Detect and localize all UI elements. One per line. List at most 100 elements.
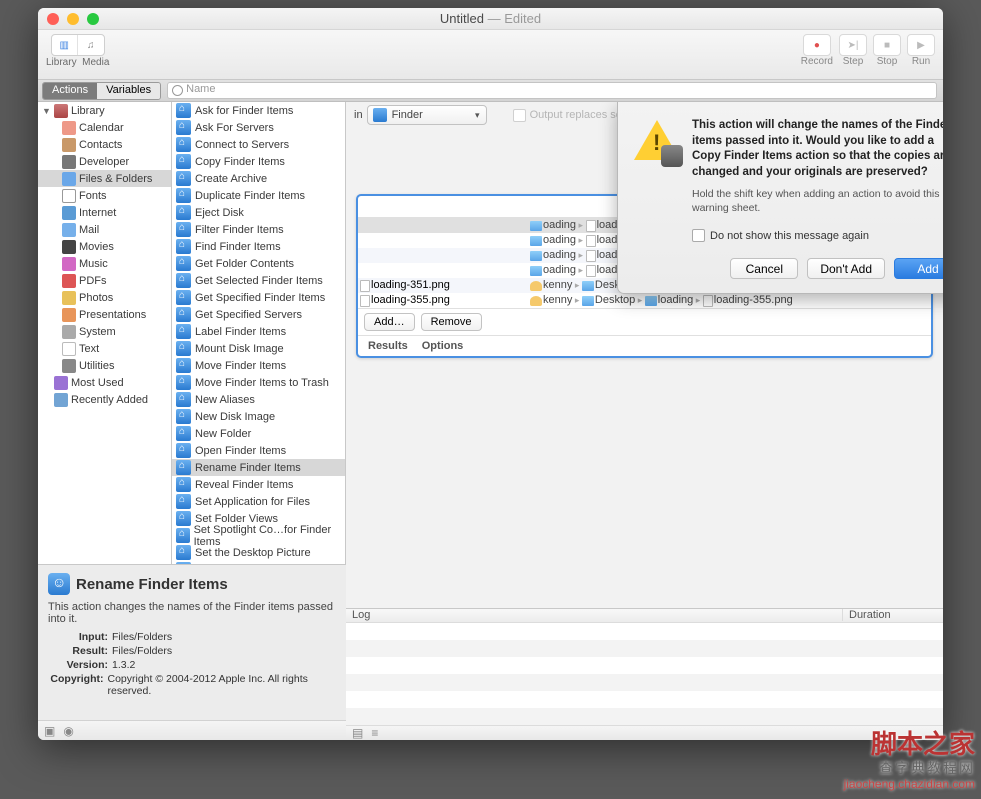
finder-icon xyxy=(176,222,191,237)
desc-footer: ▣ ◉ xyxy=(38,720,346,740)
library-tabs[interactable]: Actions Variables xyxy=(42,82,161,100)
duration-col-header: Duration xyxy=(843,609,943,621)
library-root[interactable]: ▼Library xyxy=(38,102,171,119)
category-item[interactable]: Developer xyxy=(38,153,171,170)
description-panel: Rename Finder Items This action changes … xyxy=(38,564,346,720)
most-used[interactable]: Most Used xyxy=(38,374,171,391)
action-item[interactable]: Copy Finder Items xyxy=(172,153,345,170)
category-item[interactable]: Music xyxy=(38,255,171,272)
action-item[interactable]: New Disk Image xyxy=(172,408,345,425)
app-dropdown[interactable]: Finder xyxy=(367,105,487,125)
remove-button[interactable]: Remove xyxy=(421,313,482,331)
recently-added[interactable]: Recently Added xyxy=(38,391,171,408)
sheet-message: This action will change the names of the… xyxy=(692,118,943,180)
tab-variables[interactable]: Variables xyxy=(97,83,160,99)
table-row[interactable]: loading-355.pngkennyDesktoploadingloadin… xyxy=(358,293,931,308)
quicklook-icon[interactable]: ◉ xyxy=(63,724,73,738)
warning-sheet: ! This action will change the names of t… xyxy=(617,102,943,294)
category-item[interactable]: Fonts xyxy=(38,187,171,204)
finder-icon xyxy=(176,358,191,373)
library-toggle[interactable]: ▥ xyxy=(52,35,78,55)
category-item[interactable]: Presentations xyxy=(38,306,171,323)
category-item[interactable]: Contacts xyxy=(38,136,171,153)
workflow-column: in Finder Output replaces selected text … xyxy=(346,102,943,740)
action-item[interactable]: Find Finder Items xyxy=(172,238,345,255)
finder-icon xyxy=(176,120,191,135)
media-toggle[interactable]: ♫ xyxy=(78,35,104,55)
category-item[interactable]: Mail xyxy=(38,221,171,238)
add-button[interactable]: Add… xyxy=(364,313,415,331)
window-title: Untitled — Edited xyxy=(38,11,943,26)
action-item[interactable]: Set Spotlight Co…for Finder Items xyxy=(172,527,345,544)
add-button[interactable]: Add xyxy=(894,258,943,279)
category-item[interactable]: System xyxy=(38,323,171,340)
log-col-header: Log xyxy=(346,609,843,621)
action-item[interactable]: Create Archive xyxy=(172,170,345,187)
action-item[interactable]: Open Finder Items xyxy=(172,442,345,459)
finder-icon xyxy=(176,426,191,441)
action-item[interactable]: Get Specified Servers xyxy=(172,306,345,323)
action-item[interactable]: Set Application for Files xyxy=(172,493,345,510)
action-item[interactable]: Mount Disk Image xyxy=(172,340,345,357)
finder-icon xyxy=(176,205,191,220)
finder-icon xyxy=(176,324,191,339)
action-item[interactable]: Rename Finder Items xyxy=(172,459,345,476)
log-list-icon[interactable]: ≡ xyxy=(371,726,378,740)
finder-icon xyxy=(176,341,191,356)
category-item[interactable]: Movies xyxy=(38,238,171,255)
category-item[interactable]: Calendar xyxy=(38,119,171,136)
finder-icon xyxy=(176,188,191,203)
finder-icon xyxy=(176,443,191,458)
category-item[interactable]: Internet xyxy=(38,204,171,221)
action-item[interactable]: Move Finder Items to Trash xyxy=(172,374,345,391)
action-column: Ask for Finder ItemsAsk For ServersConne… xyxy=(172,102,346,564)
action-item[interactable]: Move Finder Items xyxy=(172,357,345,374)
options-tab[interactable]: Options xyxy=(422,340,464,352)
action-item[interactable]: Label Finder Items xyxy=(172,323,345,340)
action-item[interactable]: Reveal Finder Items xyxy=(172,476,345,493)
results-tab[interactable]: Results xyxy=(368,340,408,352)
cancel-button[interactable]: Cancel xyxy=(730,258,798,279)
category-item[interactable]: Utilities xyxy=(38,357,171,374)
toolbar: ▥ ♫ Library Media ●Record ➤|Step ■Stop ▶… xyxy=(38,30,943,80)
tab-actions[interactable]: Actions xyxy=(43,83,97,99)
finder-icon xyxy=(176,511,191,526)
finder-icon xyxy=(176,256,191,271)
finder-icon xyxy=(176,171,191,186)
category-item[interactable]: Photos xyxy=(38,289,171,306)
action-item[interactable]: Ask for Finder Items xyxy=(172,102,345,119)
finder-icon xyxy=(176,375,191,390)
finder-icon xyxy=(176,290,191,305)
finder-icon xyxy=(176,562,191,564)
dont-add-button[interactable]: Don't Add xyxy=(807,258,885,279)
category-item[interactable]: Files & Folders xyxy=(38,170,171,187)
finder-icon xyxy=(176,392,191,407)
sheet-subtext: Hold the shift key when adding an action… xyxy=(692,188,943,215)
library-header: Actions Variables Name xyxy=(38,80,943,102)
stop-button[interactable]: ■ xyxy=(873,34,901,56)
action-item[interactable]: New Folder xyxy=(172,425,345,442)
category-item[interactable]: PDFs xyxy=(38,272,171,289)
action-item[interactable]: Duplicate Finder Items xyxy=(172,187,345,204)
action-item[interactable]: Eject Disk xyxy=(172,204,345,221)
category-item[interactable]: Text xyxy=(38,340,171,357)
action-item[interactable]: Ask For Servers xyxy=(172,119,345,136)
in-label: in xyxy=(354,109,363,121)
run-button[interactable]: ▶ xyxy=(907,34,935,56)
hide-desc-icon[interactable]: ▣ xyxy=(44,724,55,738)
checkbox-icon xyxy=(513,109,526,122)
log-view-icon[interactable]: ▤ xyxy=(352,726,363,740)
dont-show-checkbox[interactable]: Do not show this message again xyxy=(692,229,943,242)
action-item[interactable]: Get Folder Contents xyxy=(172,255,345,272)
action-item[interactable]: Get Specified Finder Items xyxy=(172,289,345,306)
record-button[interactable]: ● xyxy=(803,34,831,56)
search-input[interactable]: Name xyxy=(167,82,937,99)
action-item[interactable]: Connect to Servers xyxy=(172,136,345,153)
action-item[interactable]: Get Selected Finder Items xyxy=(172,272,345,289)
finder-icon xyxy=(176,154,191,169)
action-item[interactable]: Filter Finder Items xyxy=(172,221,345,238)
finder-icon xyxy=(176,409,191,424)
step-button[interactable]: ➤| xyxy=(839,34,867,56)
action-item[interactable]: New Aliases xyxy=(172,391,345,408)
finder-icon xyxy=(176,103,191,118)
